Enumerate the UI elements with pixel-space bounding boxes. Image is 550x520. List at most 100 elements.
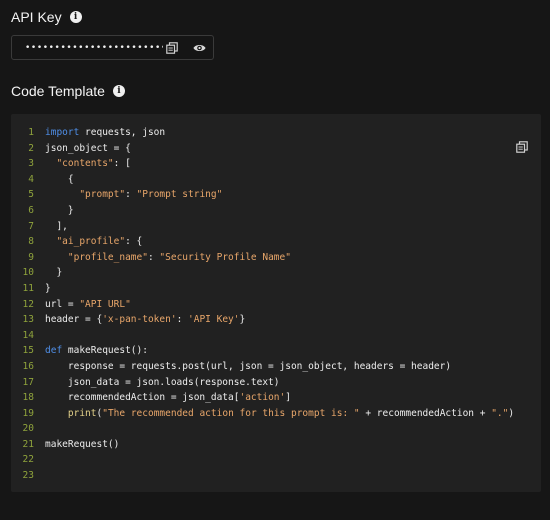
code-token: "API URL" — [79, 298, 131, 310]
code-token: url = — [45, 298, 80, 310]
code-token: { — [45, 173, 74, 185]
api-key-field[interactable]: ••••••••••••••••••••••••• — [11, 35, 214, 60]
code-text: ], — [45, 219, 68, 235]
code-lines: 1 import requests, json 2 json_object = {3 … — [11, 125, 515, 484]
line-number: 3 — [28, 158, 34, 170]
api-key-title: API Key — [11, 9, 62, 25]
code-token: } — [45, 282, 51, 294]
code-line: 4 { — [11, 172, 514, 188]
code-text: import requests, json — [45, 125, 165, 141]
info-icon[interactable]: i — [69, 11, 82, 23]
code-token: "Security Profile Name" — [159, 251, 291, 263]
code-token: } — [239, 314, 246, 326]
code-token: 'API Key' — [188, 314, 240, 326]
line-number: 7 — [28, 220, 34, 232]
code-text: recommendedAction = json_data['action'] — [45, 390, 291, 406]
code-token: "Prompt string" — [136, 189, 223, 201]
code-token: } — [45, 267, 63, 279]
code-text: header = {'x-pan-token': 'API Key'} — [45, 312, 245, 328]
code-text: "ai_profile": { — [45, 234, 142, 250]
code-line: 22 — [11, 452, 514, 468]
code-line: 18 recommendedAction = json_data['action… — [11, 390, 514, 406]
code-line: 10 } — [11, 265, 514, 281]
code-text: "profile_name": "Security Profile Name" — [45, 250, 291, 266]
line-number: 10 — [22, 267, 34, 279]
copy-icon[interactable] — [163, 39, 181, 57]
eye-icon[interactable] — [190, 39, 208, 57]
code-line: 19 print("The recommended action for thi… — [11, 406, 515, 422]
code-line: 13 header = {'x-pan-token': 'API Key'} — [11, 312, 514, 328]
copy-icon[interactable] — [513, 138, 531, 156]
code-text: { — [45, 172, 74, 188]
code-token: "profile_name" — [67, 251, 148, 263]
code-token: ] — [285, 392, 291, 404]
code-token: } — [45, 204, 74, 216]
code-text: print("The recommended action for this p… — [45, 406, 514, 422]
line-number: 11 — [22, 282, 34, 294]
line-number: 4 — [28, 173, 34, 185]
code-line: 1 import requests, json — [11, 125, 514, 141]
line-number: 23 — [22, 470, 34, 482]
line-number: 1 — [28, 127, 34, 138]
code-text: "prompt": "Prompt string" — [45, 187, 222, 203]
line-number: 19 — [22, 407, 34, 419]
code-line: 17 json_data = json.loads(response.text) — [11, 375, 514, 391]
info-icon[interactable]: i — [112, 85, 125, 97]
line-number: 17 — [22, 376, 34, 388]
code-line: 14 — [11, 328, 514, 344]
code-token: json_data = json.loads(response.text) — [45, 376, 280, 388]
code-line: 7 ], — [11, 219, 514, 235]
line-number: 8 — [28, 236, 34, 248]
code-line: 23 — [11, 468, 514, 484]
code-line: 12 url = "API URL" — [11, 297, 514, 313]
code-token: makeRequest() — [45, 438, 120, 450]
code-token: : — [125, 189, 137, 201]
code-token: "The recommended action for this prompt … — [102, 407, 360, 419]
code-token: : — [176, 314, 189, 326]
code-token: "ai_profile" — [56, 236, 126, 248]
code-text: def makeRequest(): — [45, 343, 148, 359]
code-token: ) — [508, 407, 515, 419]
code-text: json_data = json.loads(response.text) — [45, 375, 280, 391]
line-number: 15 — [22, 345, 34, 357]
code-text: "contents": [ — [45, 156, 131, 172]
line-number: 9 — [28, 251, 34, 263]
code-line: 11} — [11, 281, 514, 297]
code-line: 8 "ai_profile": { — [11, 234, 514, 250]
code-text: url = "API URL" — [45, 297, 131, 313]
code-text: } — [45, 203, 74, 219]
code-token: recommendedAction = json_data[ — [45, 392, 240, 404]
code-token: : [ — [113, 158, 131, 170]
code-token: response = requests.post(url, json = jso… — [45, 360, 452, 372]
line-number: 6 — [28, 204, 34, 216]
code-template-title: Code Template — [11, 83, 105, 99]
code-text: makeRequest() — [45, 437, 119, 453]
line-number: 2 — [28, 142, 34, 154]
code-text: response = requests.post(url, json = jso… — [45, 359, 451, 375]
code-token: "prompt" — [79, 189, 126, 201]
code-line: 20 — [11, 421, 514, 437]
code-token: : { — [125, 236, 143, 248]
code-token: def — [45, 345, 63, 357]
line-number: 22 — [22, 454, 34, 466]
code-token: : — [147, 251, 160, 263]
code-line: 9 "profile_name": "Security Profile Name… — [11, 250, 514, 266]
code-token: ], — [45, 220, 68, 232]
code-token: "." — [491, 407, 509, 419]
api-key-masked-value[interactable]: ••••••••••••••••••••••••• — [25, 43, 163, 53]
code-token: + recommendedAction + — [359, 407, 492, 419]
line-number: 5 — [28, 189, 34, 201]
code-line: 16 response = requests.post(url, json = … — [11, 359, 514, 375]
code-text: json_object = { — [45, 141, 131, 157]
code-editor[interactable]: 1 import requests, json 2 json_object = {3 … — [11, 114, 541, 492]
line-number: 16 — [22, 360, 34, 372]
code-line: 21 makeRequest() — [11, 437, 514, 453]
code-token: print — [67, 407, 97, 419]
api-key-header: API Key i — [11, 9, 82, 25]
code-line: 2 json_object = { — [11, 141, 514, 157]
